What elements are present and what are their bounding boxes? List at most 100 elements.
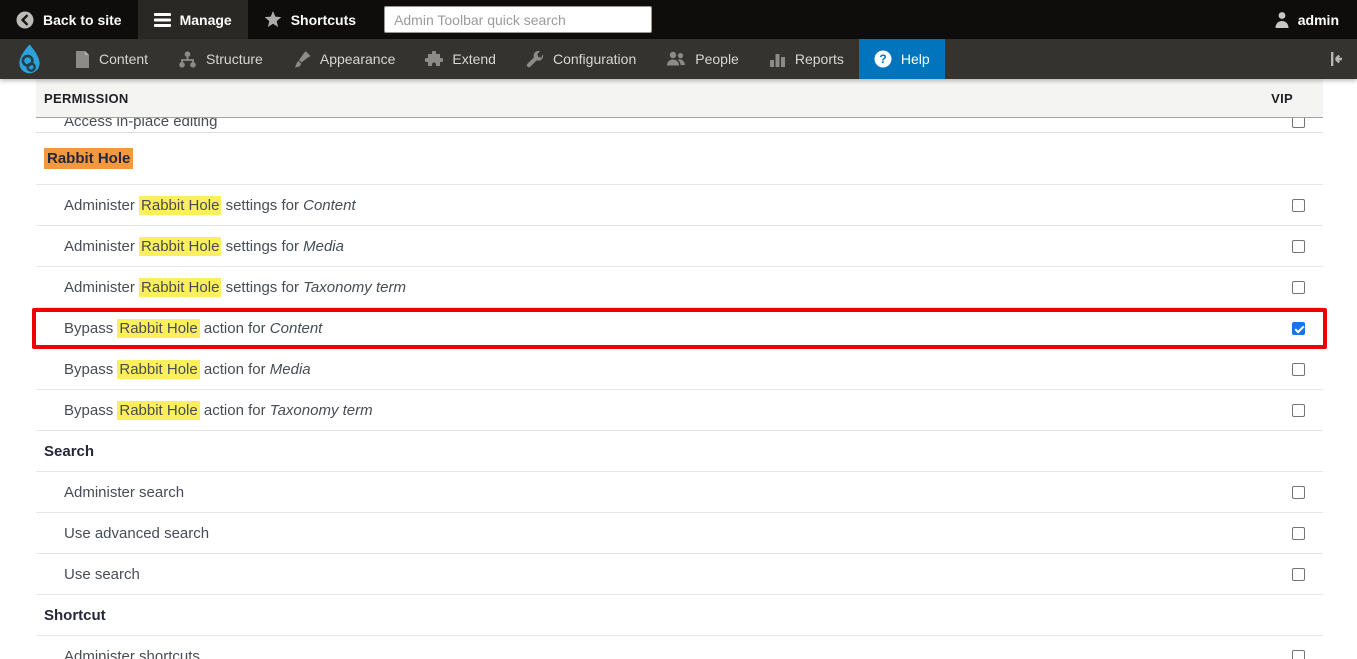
row-label: Bypass Rabbit Hole action for Content xyxy=(64,319,323,338)
permission-row: Administer shortcuts xyxy=(36,636,1323,659)
row-label: Bypass Rabbit Hole action for Taxonomy t… xyxy=(64,400,373,420)
menu-item-people[interactable]: People xyxy=(651,39,754,79)
permissions-page: PERMISSION VIP Access in-place editing Ra… xyxy=(0,79,1357,659)
row-label: Administer search xyxy=(64,483,185,501)
people-icon xyxy=(666,51,686,67)
checkbox-cell xyxy=(1292,403,1305,417)
permission-row: Bypass Rabbit Hole action for Content xyxy=(32,308,1327,349)
user-icon xyxy=(1274,11,1290,28)
vip-permission-checkbox[interactable] xyxy=(1292,322,1305,335)
checkbox-cell xyxy=(1292,649,1305,659)
shortcuts-tab[interactable]: Shortcuts xyxy=(248,0,372,39)
row-label: Administer Rabbit Hole settings for Taxo… xyxy=(64,277,406,297)
menu-item-configuration[interactable]: Configuration xyxy=(511,39,651,79)
menu-spacer xyxy=(945,39,1309,79)
menu-item-label: Structure xyxy=(206,51,263,67)
menu-item-label: Appearance xyxy=(319,51,396,67)
find-highlight: Rabbit Hole xyxy=(117,359,200,379)
permission-row: Access in-place editing xyxy=(36,118,1323,133)
row-label: Administer shortcuts xyxy=(64,647,200,659)
vip-permission-checkbox[interactable] xyxy=(1292,567,1305,581)
permission-row: Administer search xyxy=(36,472,1323,513)
admin-toolbar: Back to site Manage Shortcuts admin xyxy=(0,0,1357,39)
shortcuts-label: Shortcuts xyxy=(290,11,357,28)
permission-row: Administer Rabbit Hole settings for Cont… xyxy=(36,185,1323,226)
paintbrush-icon xyxy=(293,50,311,68)
permission-row: Bypass Rabbit Hole action for Taxonomy t… xyxy=(36,390,1323,431)
permission-column-header: PERMISSION xyxy=(44,90,129,106)
vip-permission-checkbox[interactable] xyxy=(1292,485,1305,499)
menu-item-content[interactable]: Content xyxy=(60,39,163,79)
puzzle-icon xyxy=(425,50,444,68)
menu-item-help[interactable]: ? Help xyxy=(858,39,945,79)
wrench-icon xyxy=(526,50,544,68)
vip-permission-checkbox[interactable] xyxy=(1292,198,1305,212)
find-highlight: Rabbit Hole xyxy=(139,277,222,297)
file-icon xyxy=(75,50,90,68)
vip-permission-checkbox[interactable] xyxy=(1292,526,1305,540)
checkbox-cell xyxy=(1292,567,1305,581)
permission-row: Use search xyxy=(36,554,1323,595)
menu-item-label: Extend xyxy=(452,51,496,67)
row-label: Shortcut xyxy=(44,606,106,624)
menu-item-label: Configuration xyxy=(552,51,637,67)
find-highlight: Rabbit Hole xyxy=(139,236,222,256)
row-label: Use search xyxy=(64,565,140,583)
checkbox-cell xyxy=(1292,239,1305,253)
back-arrow-icon xyxy=(16,11,34,29)
toolbar-collapse-icon[interactable] xyxy=(1309,39,1357,79)
menu-item-extend[interactable]: Extend xyxy=(410,39,511,79)
find-highlight: Rabbit Hole xyxy=(139,195,222,215)
vip-permission-checkbox[interactable] xyxy=(1292,649,1305,659)
vip-permission-checkbox[interactable] xyxy=(1292,239,1305,253)
section-row: Rabbit Hole xyxy=(36,133,1323,185)
checkbox-cell xyxy=(1292,485,1305,499)
section-row: Shortcut xyxy=(36,595,1323,636)
menu-item-structure[interactable]: Structure xyxy=(163,39,278,79)
row-label: Search xyxy=(44,442,95,460)
permissions-table: PERMISSION VIP Access in-place editing Ra… xyxy=(32,79,1327,659)
manage-label: Manage xyxy=(179,11,232,28)
checkbox-cell xyxy=(1292,280,1305,294)
find-highlight-active: Rabbit Hole xyxy=(44,148,134,169)
menu-item-label: Help xyxy=(900,51,930,67)
menu-item-reports[interactable]: Reports xyxy=(754,39,859,79)
username-label: admin xyxy=(1297,11,1339,28)
menu-item-label: Content xyxy=(99,51,149,67)
row-label: Bypass Rabbit Hole action for Media xyxy=(64,359,311,379)
checkbox-cell xyxy=(1292,526,1305,540)
vip-permission-checkbox[interactable] xyxy=(1292,362,1305,376)
barchart-icon xyxy=(769,51,786,67)
vip-permission-checkbox[interactable] xyxy=(1292,403,1305,417)
checkbox-cell xyxy=(1292,362,1305,376)
section-row: Search xyxy=(36,431,1323,472)
checkbox-cell xyxy=(1292,118,1305,128)
row-label: Rabbit Hole xyxy=(44,148,134,169)
permission-row: Administer Rabbit Hole settings for Taxo… xyxy=(36,267,1323,308)
svg-text:?: ? xyxy=(879,52,886,66)
permission-row: Administer Rabbit Hole settings for Medi… xyxy=(36,226,1323,267)
menu-item-appearance[interactable]: Appearance xyxy=(278,39,411,79)
admin-menu-items: Content Structure Appearance Extend Configur… xyxy=(60,39,945,79)
vip-permission-checkbox[interactable] xyxy=(1292,118,1305,128)
admin-toolbar-search-input[interactable] xyxy=(384,6,653,33)
vip-permission-checkbox[interactable] xyxy=(1292,280,1305,294)
help-icon: ? xyxy=(874,50,892,68)
row-label: Administer Rabbit Hole settings for Cont… xyxy=(64,195,356,215)
back-to-site-label: Back to site xyxy=(43,11,122,28)
table-body: Access in-place editing Rabbit Hole Admini… xyxy=(32,118,1327,659)
checkbox-cell xyxy=(1292,322,1305,335)
admin-menu-bar: Content Structure Appearance Extend Configur… xyxy=(0,39,1357,79)
drupal-logo[interactable] xyxy=(0,39,60,79)
back-to-site-button[interactable]: Back to site xyxy=(0,0,138,39)
find-highlight: Rabbit Hole xyxy=(117,400,200,420)
vip-column-header: VIP xyxy=(1271,90,1293,106)
menu-item-label: Reports xyxy=(794,51,844,67)
user-menu[interactable]: admin xyxy=(1256,0,1357,39)
row-label: Use advanced search xyxy=(64,524,210,542)
manage-tab[interactable]: Manage xyxy=(137,0,248,39)
row-label: Administer Rabbit Hole settings for Medi… xyxy=(64,236,344,256)
permission-row: Bypass Rabbit Hole action for Media xyxy=(36,349,1323,390)
row-label: Access in-place editing xyxy=(64,118,218,130)
